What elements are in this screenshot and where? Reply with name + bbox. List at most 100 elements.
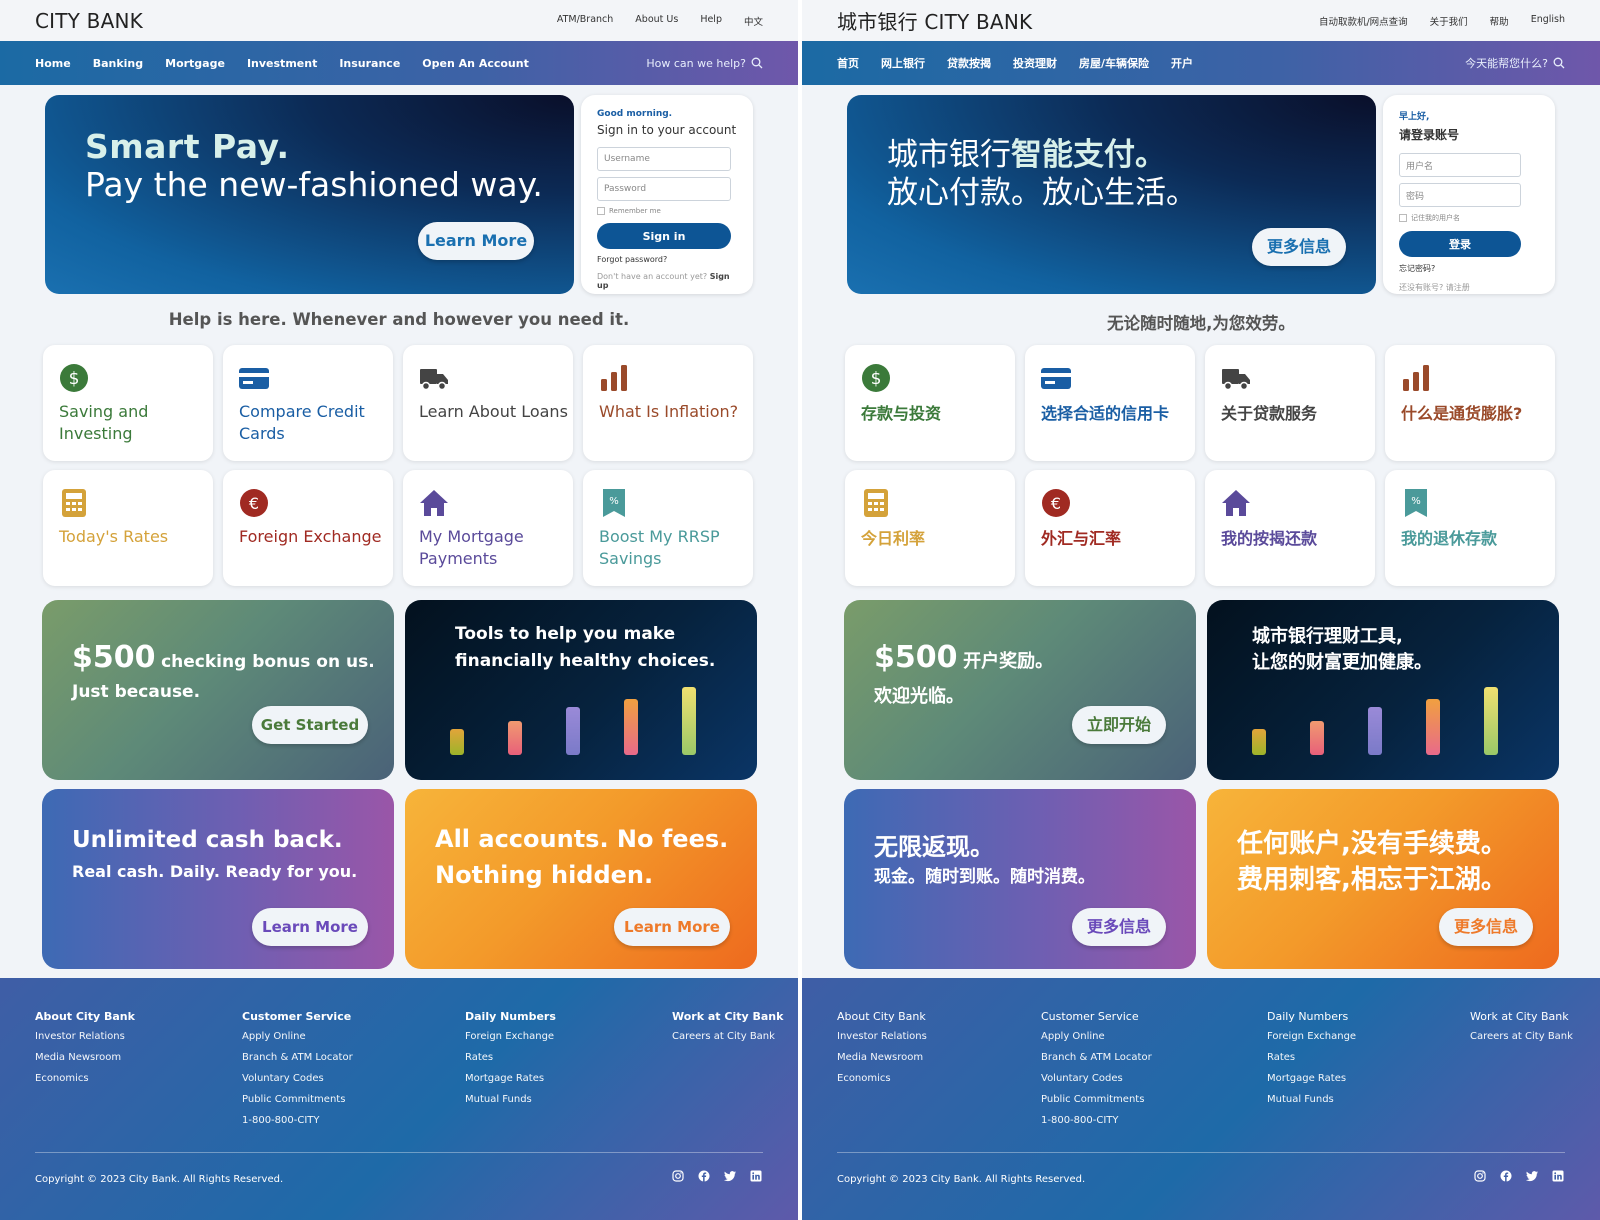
nav-open-account[interactable]: Open An Account <box>422 57 529 70</box>
nav-home[interactable]: Home <box>35 57 71 70</box>
hero-learn-more-button[interactable]: Learn More <box>418 222 534 260</box>
linkedin-icon[interactable] <box>749 1169 763 1183</box>
twitter-icon[interactable] <box>1525 1169 1539 1183</box>
top-link-help[interactable]: 帮助 <box>1490 14 1509 28</box>
footer-link[interactable]: Media Newsroom <box>837 1052 927 1063</box>
footer-link[interactable]: Rates <box>465 1052 556 1063</box>
get-started-button[interactable]: 立即开始 <box>1072 706 1166 744</box>
card-saving-investing[interactable]: $ 存款与投资 <box>845 345 1015 461</box>
footer-link[interactable]: Branch & ATM Locator <box>242 1052 353 1063</box>
card-what-is-inflation[interactable]: 什么是通货膨胀? <box>1385 345 1555 461</box>
hero-learn-more-button[interactable]: 更多信息 <box>1252 228 1346 266</box>
footer-link[interactable]: Media Newsroom <box>35 1052 135 1063</box>
twitter-icon[interactable] <box>723 1169 737 1183</box>
card-foreign-exchange[interactable]: € Foreign Exchange <box>223 470 393 586</box>
footer-link[interactable]: Foreign Exchange <box>1267 1031 1356 1042</box>
footer-link[interactable]: Economics <box>35 1073 135 1084</box>
top-link-atm[interactable]: 自动取款机/网点查询 <box>1319 14 1408 28</box>
logo[interactable]: 城市银行 CITY BANK <box>837 6 1032 35</box>
help-heading: Help is here. Whenever and however you n… <box>168 310 630 329</box>
footer-link[interactable]: Careers at City Bank <box>1470 1031 1573 1042</box>
top-link-atm[interactable]: ATM/Branch <box>557 14 613 28</box>
username-field[interactable]: Username <box>597 147 731 171</box>
password-field[interactable]: Password <box>597 177 731 201</box>
get-started-button[interactable]: Get Started <box>252 706 368 744</box>
promo-financial-tools: Tools to help you make financially healt… <box>405 600 757 780</box>
nav-investment[interactable]: 投资理财 <box>1013 55 1057 71</box>
footer-link[interactable]: Apply Online <box>1041 1031 1152 1042</box>
footer-link[interactable]: Mutual Funds <box>1267 1094 1356 1105</box>
card-my-mortgage-payments[interactable]: 我的按揭还款 <box>1205 470 1375 586</box>
sign-in-button[interactable]: Sign in <box>597 223 731 249</box>
username-field[interactable]: 用户名 <box>1399 153 1521 177</box>
footer-link[interactable]: Mutual Funds <box>465 1094 556 1105</box>
card-boost-rrsp-savings[interactable]: % 我的退休存款 <box>1385 470 1555 586</box>
footer-link[interactable]: 1-800-800-CITY <box>1041 1115 1152 1126</box>
footer-link[interactable]: 1-800-800-CITY <box>242 1115 353 1126</box>
top-link-about[interactable]: About Us <box>635 14 678 28</box>
footer-link[interactable]: Investor Relations <box>35 1031 135 1042</box>
nav-insurance[interactable]: Insurance <box>339 57 400 70</box>
card-todays-rates[interactable]: 今日利率 <box>845 470 1015 586</box>
footer-link[interactable]: Voluntary Codes <box>242 1073 353 1084</box>
login-greeting: Good morning. <box>597 109 673 119</box>
nav-insurance[interactable]: 房屋/车辆保险 <box>1079 55 1149 71</box>
footer-link[interactable]: Mortgage Rates <box>1267 1073 1356 1084</box>
remember-me-checkbox[interactable] <box>597 207 605 215</box>
footer-link[interactable]: Apply Online <box>242 1031 353 1042</box>
card-foreign-exchange[interactable]: € 外汇与汇率 <box>1025 470 1195 586</box>
instagram-icon[interactable] <box>671 1169 685 1183</box>
nav-search[interactable]: How can we help? <box>646 57 763 70</box>
nav-open-account[interactable]: 开户 <box>1171 55 1193 71</box>
facebook-icon[interactable] <box>1499 1169 1513 1183</box>
footer-link[interactable]: Voluntary Codes <box>1041 1073 1152 1084</box>
card-saving-investing[interactable]: $ Saving and Investing <box>43 345 213 461</box>
top-link-language[interactable]: English <box>1531 14 1565 28</box>
footer-link[interactable]: Economics <box>837 1073 927 1084</box>
nav-home[interactable]: 首页 <box>837 55 859 71</box>
footer-link[interactable]: Rates <box>1267 1052 1356 1063</box>
sign-in-button[interactable]: 登录 <box>1399 231 1521 257</box>
nofees-learn-more-button[interactable]: 更多信息 <box>1439 908 1533 946</box>
remember-me-checkbox[interactable] <box>1399 214 1407 222</box>
nav-search[interactable]: 今天能帮您什么? <box>1465 55 1565 71</box>
linkedin-icon[interactable] <box>1551 1169 1565 1183</box>
card-todays-rates[interactable]: Today's Rates <box>43 470 213 586</box>
facebook-icon[interactable] <box>697 1169 711 1183</box>
footer-link[interactable]: Careers at City Bank <box>672 1031 783 1042</box>
nofees-learn-more-button[interactable]: Learn More <box>614 908 730 946</box>
footer-link[interactable]: Mortgage Rates <box>465 1073 556 1084</box>
instagram-icon[interactable] <box>1473 1169 1487 1183</box>
card-learn-about-loans[interactable]: Learn About Loans <box>403 345 573 461</box>
signup-prompt[interactable]: 还没有账号? 请注册 <box>1399 282 1539 293</box>
top-link-help[interactable]: Help <box>700 14 722 28</box>
password-field[interactable]: 密码 <box>1399 183 1521 207</box>
card-compare-credit-cards[interactable]: 选择合适的信用卡 <box>1025 345 1195 461</box>
footer-col-work: Work at City Bank Careers at City Bank <box>1470 1010 1573 1052</box>
footer-link[interactable]: Branch & ATM Locator <box>1041 1052 1152 1063</box>
house-icon <box>1222 490 1250 516</box>
logo[interactable]: CITY BANK <box>35 9 143 33</box>
cashback-learn-more-button[interactable]: Learn More <box>252 908 368 946</box>
footer-link[interactable]: Public Commitments <box>1041 1094 1152 1105</box>
card-boost-rrsp-savings[interactable]: % Boost My RRSP Savings <box>583 470 753 586</box>
card-learn-about-loans[interactable]: 关于贷款服务 <box>1205 345 1375 461</box>
card-what-is-inflation[interactable]: What Is Inflation? <box>583 345 753 461</box>
nav-banking[interactable]: Banking <box>93 57 143 70</box>
top-link-about[interactable]: 关于我们 <box>1430 14 1468 28</box>
cashback-learn-more-button[interactable]: 更多信息 <box>1072 908 1166 946</box>
nav-banking[interactable]: 网上银行 <box>881 55 925 71</box>
nav-mortgage[interactable]: Mortgage <box>165 57 225 70</box>
card-compare-credit-cards[interactable]: Compare Credit Cards <box>223 345 393 461</box>
nav-items: Home Banking Mortgage Investment Insuran… <box>35 57 529 70</box>
card-label: 我的退休存款 <box>1401 529 1498 548</box>
forgot-password-link[interactable]: Forgot password? <box>597 255 737 264</box>
footer-link[interactable]: Public Commitments <box>242 1094 353 1105</box>
nav-investment[interactable]: Investment <box>247 57 317 70</box>
forgot-password-link[interactable]: 忘记密码? <box>1399 263 1539 274</box>
card-my-mortgage-payments[interactable]: My Mortgage Payments <box>403 470 573 586</box>
nav-mortgage[interactable]: 贷款按揭 <box>947 55 991 71</box>
footer-link[interactable]: Foreign Exchange <box>465 1031 556 1042</box>
footer-link[interactable]: Investor Relations <box>837 1031 927 1042</box>
top-link-language[interactable]: 中文 <box>744 14 763 28</box>
